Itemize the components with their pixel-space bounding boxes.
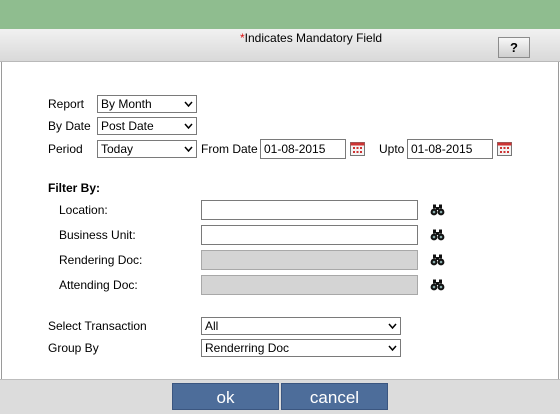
from-date-field[interactable]: 01-08-2015 — [260, 139, 346, 159]
group-by-label: Group By — [48, 341, 99, 355]
report-form: Report By Month By Date Post Date Period… — [1, 62, 559, 379]
from-date-label: From Date — [201, 142, 258, 156]
binoculars-icon[interactable] — [430, 279, 445, 291]
group-by-select[interactable]: Renderring Doc — [201, 339, 401, 357]
chevron-down-icon — [184, 146, 193, 153]
location-label: Location: — [59, 203, 108, 217]
period-label: Period — [48, 142, 83, 156]
binoculars-icon[interactable] — [430, 229, 445, 241]
report-select[interactable]: By Month — [97, 95, 197, 113]
chevron-down-icon — [388, 345, 397, 352]
upto-field[interactable]: 01-08-2015 — [407, 139, 493, 159]
button-bar: ok cancel — [0, 379, 560, 414]
chevron-down-icon — [184, 123, 193, 130]
attending-doc-field — [201, 275, 418, 295]
location-field[interactable] — [201, 200, 418, 220]
select-transaction-label: Select Transaction — [48, 319, 147, 333]
ok-button[interactable]: ok — [172, 383, 279, 410]
chevron-down-icon — [184, 101, 193, 108]
period-value: Today — [101, 142, 134, 156]
rendering-doc-label: Rendering Doc: — [59, 253, 143, 267]
cancel-button[interactable]: cancel — [281, 383, 388, 410]
mandatory-note: *Indicates Mandatory Field — [240, 31, 382, 45]
by-date-value: Post Date — [101, 119, 154, 133]
business-unit-field[interactable] — [201, 225, 418, 245]
help-button[interactable]: ? — [498, 37, 530, 58]
select-transaction-value: All — [205, 319, 219, 333]
mandatory-text: Indicates Mandatory Field — [244, 31, 383, 45]
dialog-header: *Indicates Mandatory Field ? — [0, 29, 560, 62]
select-transaction-select[interactable]: All — [201, 317, 401, 335]
report-label: Report — [48, 97, 85, 111]
binoculars-icon[interactable] — [430, 254, 445, 266]
by-date-label: By Date — [48, 119, 91, 133]
group-by-value: Renderring Doc — [205, 341, 290, 355]
upto-label: Upto — [379, 142, 405, 156]
binoculars-icon[interactable] — [430, 204, 445, 216]
top-bar — [0, 0, 560, 29]
calendar-icon[interactable] — [350, 142, 365, 156]
report-value: By Month — [101, 97, 152, 111]
rendering-doc-field — [201, 250, 418, 270]
calendar-icon[interactable] — [497, 142, 512, 156]
business-unit-label: Business Unit: — [59, 228, 136, 242]
chevron-down-icon — [388, 323, 397, 330]
filter-by-heading: Filter By: — [48, 181, 101, 195]
by-date-select[interactable]: Post Date — [97, 117, 197, 135]
attending-doc-label: Attending Doc: — [59, 278, 138, 292]
period-select[interactable]: Today — [97, 140, 197, 158]
